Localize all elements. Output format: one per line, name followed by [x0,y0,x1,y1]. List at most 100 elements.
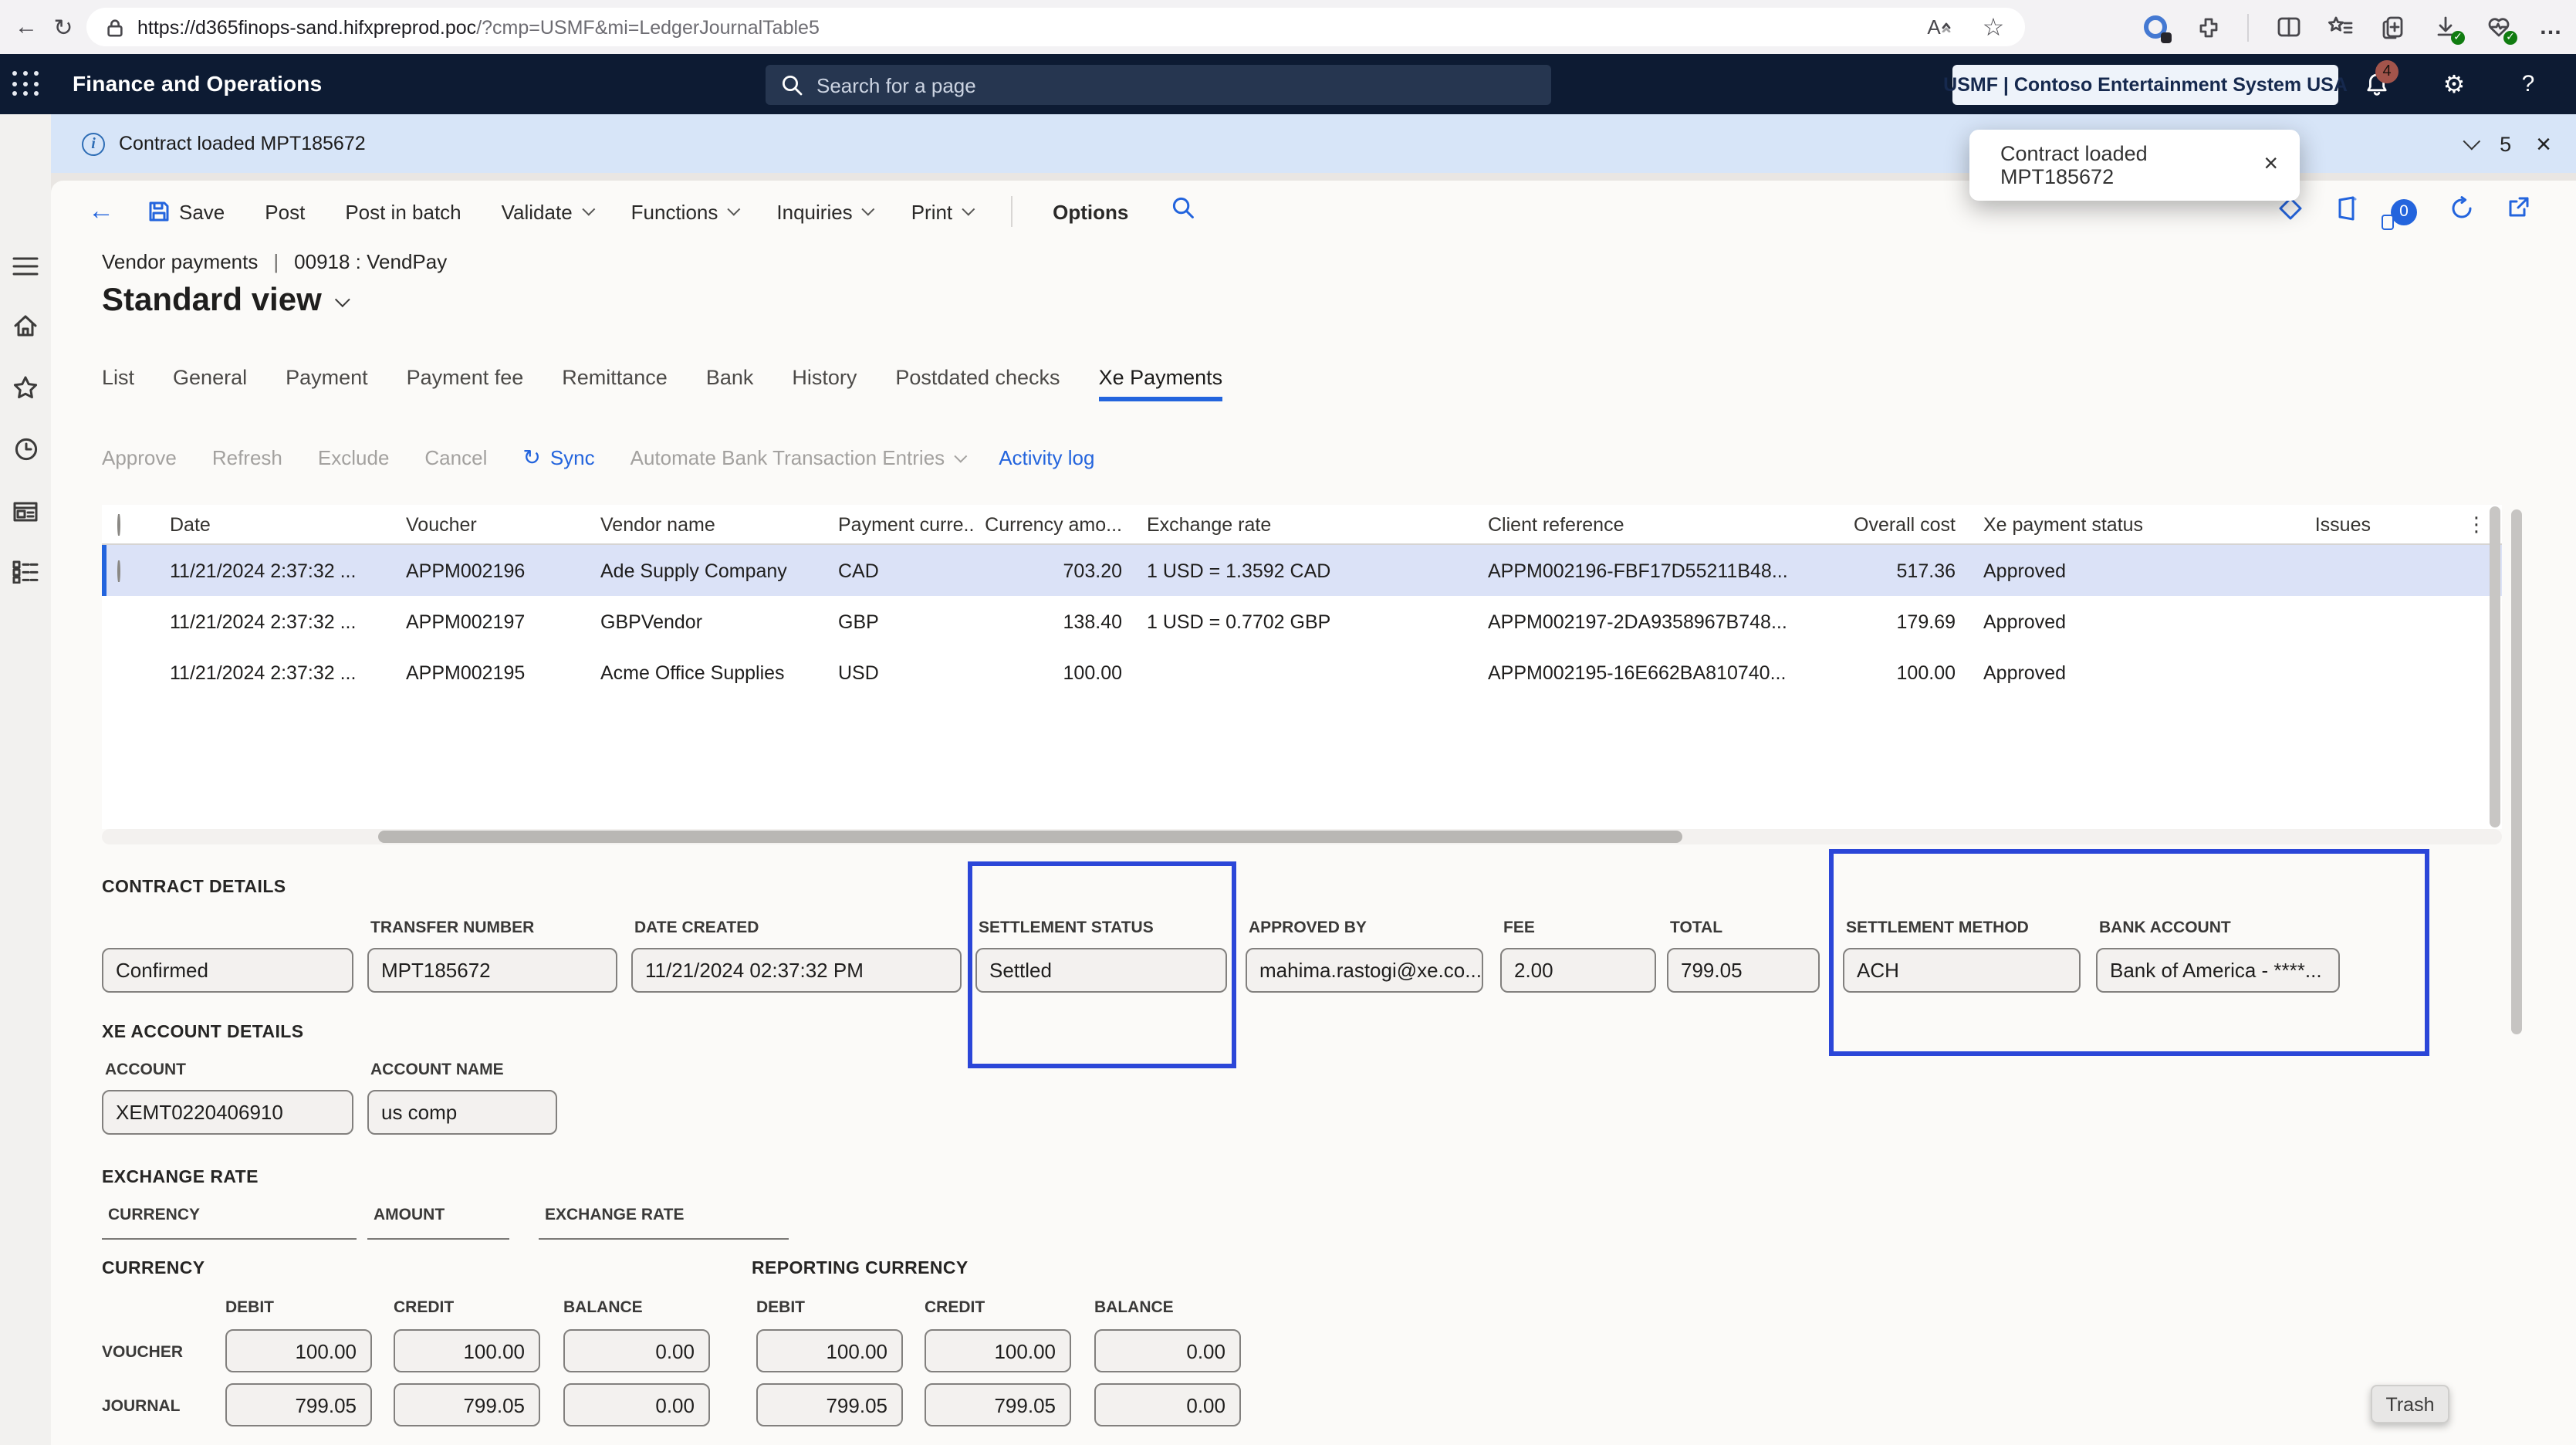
attachment-icon [2382,214,2394,229]
action-pane-item-inquiries[interactable]: Inquiries [776,200,870,223]
scrollbar-thumb[interactable] [378,831,1682,843]
field-account-name[interactable]: us comp [367,1090,557,1135]
payments-grid: DateVoucherVendor namePayment curre...Cu… [102,505,2502,829]
tab-bank[interactable]: Bank [706,366,754,401]
grid-toolbar-activity-log[interactable]: Activity log [999,446,1094,469]
help-icon[interactable]: ? [2510,54,2547,114]
tab-payment[interactable]: Payment [286,366,368,401]
settings-gear-icon[interactable]: ⚙ [2436,54,2473,114]
tab-general[interactable]: General [173,366,247,401]
nav-home-icon[interactable] [0,307,51,344]
action-pane-item-save[interactable]: Save [148,200,225,223]
field-voucher-currency-balance[interactable]: 0.00 [563,1329,710,1372]
grid-header-payment-curre[interactable]: Payment curre... [838,513,974,535]
field-voucher-reporting-debit[interactable]: 100.00 [756,1329,903,1372]
grid-toolbar-sync[interactable]: ↻Sync [522,445,594,471]
field-total[interactable]: 799.05 [1667,948,1820,993]
grid-header-xe-payment-status[interactable]: Xe payment status [1956,513,2261,535]
grid-header-overall-cost[interactable]: Overall cost [1843,513,1956,535]
extensions-icon[interactable] [2195,14,2221,40]
grid-header-exchange-rate[interactable]: Exchange rate [1122,513,1488,535]
split-screen-icon[interactable] [2275,14,2301,40]
collections-icon[interactable] [2328,14,2354,40]
action-pane-item-validate[interactable]: Validate [502,200,591,223]
tab-list[interactable]: List [102,366,134,401]
tab-xe-payments[interactable]: Xe Payments [1099,366,1223,401]
action-pane-item-functions[interactable]: Functions [631,200,737,223]
password-manager-icon[interactable] [2142,14,2169,40]
view-selector[interactable]: Standard view [102,283,347,320]
field-journal-currency-balance[interactable]: 0.00 [563,1383,710,1426]
tab-payment-fee[interactable]: Payment fee [407,366,524,401]
action-pane-item-post-in-batch[interactable]: Post in batch [345,200,461,223]
field-account[interactable]: XEMT0220406910 [102,1090,353,1135]
select-all-radio[interactable] [117,513,120,535]
grid-header-date[interactable]: Date [170,513,406,535]
field-voucher-currency-debit[interactable]: 100.00 [225,1329,372,1372]
action-pane-item-options[interactable]: Options [1053,200,1128,223]
toast-close-icon[interactable]: × [2263,151,2278,179]
field-journal-reporting-debit[interactable]: 799.05 [756,1383,903,1426]
breadcrumb-form[interactable]: Vendor payments [102,250,258,273]
page-back-icon[interactable]: ← [88,196,114,227]
field-journal-currency-debit[interactable]: 799.05 [225,1383,372,1426]
action-pane-item-print[interactable]: Print [911,200,971,223]
grid-row[interactable]: 11/21/2024 2:37:32 ...APPM002196Ade Supp… [102,545,2502,596]
field-voucher-reporting-balance[interactable]: 0.00 [1094,1329,1241,1372]
row-radio[interactable] [117,560,120,581]
message-bar-expand-icon[interactable] [2463,133,2480,151]
tab-remittance[interactable]: Remittance [562,366,668,401]
notifications-bell-icon[interactable]: 4 [2358,54,2395,114]
tab-history[interactable]: History [792,366,857,401]
nav-modules-icon[interactable] [0,553,51,590]
grid-horizontal-scrollbar[interactable] [102,829,2502,844]
field-date-created[interactable]: 11/21/2024 02:37:32 PM [631,948,962,993]
nav-recent-icon[interactable] [0,431,51,468]
field-voucher-reporting-credit[interactable]: 100.00 [925,1329,1071,1372]
add-tab-icon[interactable] [2380,14,2406,40]
grid-row[interactable]: 11/21/2024 2:37:32 ...APPM002197GBPVendo… [102,596,2502,647]
toolbar-divider [2247,13,2249,41]
refresh-icon[interactable] [2449,195,2474,228]
address-bar[interactable]: https://d365finops-sand.hifxpreprod.poc/… [86,8,2025,46]
field-approved-by[interactable]: mahima.rastogi@xe.co... [1246,948,1483,993]
field-voucher-currency-credit[interactable]: 100.00 [394,1329,540,1372]
action-pane-item-post[interactable]: Post [265,200,305,223]
company-selector-button[interactable]: USMF | Contoso Entertainment System USA [1952,65,2338,105]
grid-header-select[interactable] [102,513,170,535]
grid-vertical-scrollbar[interactable] [2490,506,2500,827]
cell-xe_payment_status: Approved [1956,662,2261,683]
grid-header-voucher[interactable]: Voucher [406,513,600,535]
nav-menu-icon[interactable] [0,247,51,284]
grid-row[interactable]: 11/21/2024 2:37:32 ...APPM002195Acme Off… [102,647,2502,698]
nav-workspaces-icon[interactable] [0,492,51,530]
browser-back-icon[interactable]: ← [9,0,43,54]
downloads-icon[interactable]: ✓ [2432,14,2459,40]
browser-essentials-icon[interactable]: ✓ [2485,14,2511,40]
grid-header-currency-amo[interactable]: Currency amo... [974,513,1122,535]
field-journal-reporting-credit[interactable]: 799.05 [925,1383,1071,1426]
grid-header-issues[interactable]: Issues [2261,513,2371,535]
open-in-new-window-icon[interactable] [2507,196,2530,227]
action-search-icon[interactable] [1171,196,1195,227]
open-in-office-icon[interactable] [2335,195,2358,228]
browser-menu-icon[interactable]: … [2537,14,2564,40]
attachments-count-badge[interactable]: 0 [2391,198,2417,225]
nav-favorites-icon[interactable] [0,369,51,406]
field-transfer-number[interactable]: MPT185672 [367,948,617,993]
field-journal-reporting-balance[interactable]: 0.00 [1094,1383,1241,1426]
waffle-icon[interactable] [12,71,40,97]
grid-header-client-reference[interactable]: Client reference [1488,513,1843,535]
field-fee[interactable]: 2.00 [1500,948,1656,993]
browser-refresh-icon[interactable]: ↻ [46,0,80,54]
tab-postdated-checks[interactable]: Postdated checks [895,366,1060,401]
grid-toolbar: ApproveRefreshExcludeCancel↻SyncAutomate… [102,445,1094,471]
page-vertical-scrollbar[interactable] [2511,509,2522,1034]
page-search-input[interactable]: Search for a page [766,65,1551,105]
field-status[interactable]: Confirmed [102,948,353,993]
grid-header-vendor-name[interactable]: Vendor name [600,513,838,535]
message-bar-close-icon[interactable]: × [2536,130,2551,157]
favorite-star-icon[interactable]: ☆ [1980,14,2006,40]
read-aloud-icon[interactable]: A [1926,14,1952,40]
field-journal-currency-credit[interactable]: 799.05 [394,1383,540,1426]
